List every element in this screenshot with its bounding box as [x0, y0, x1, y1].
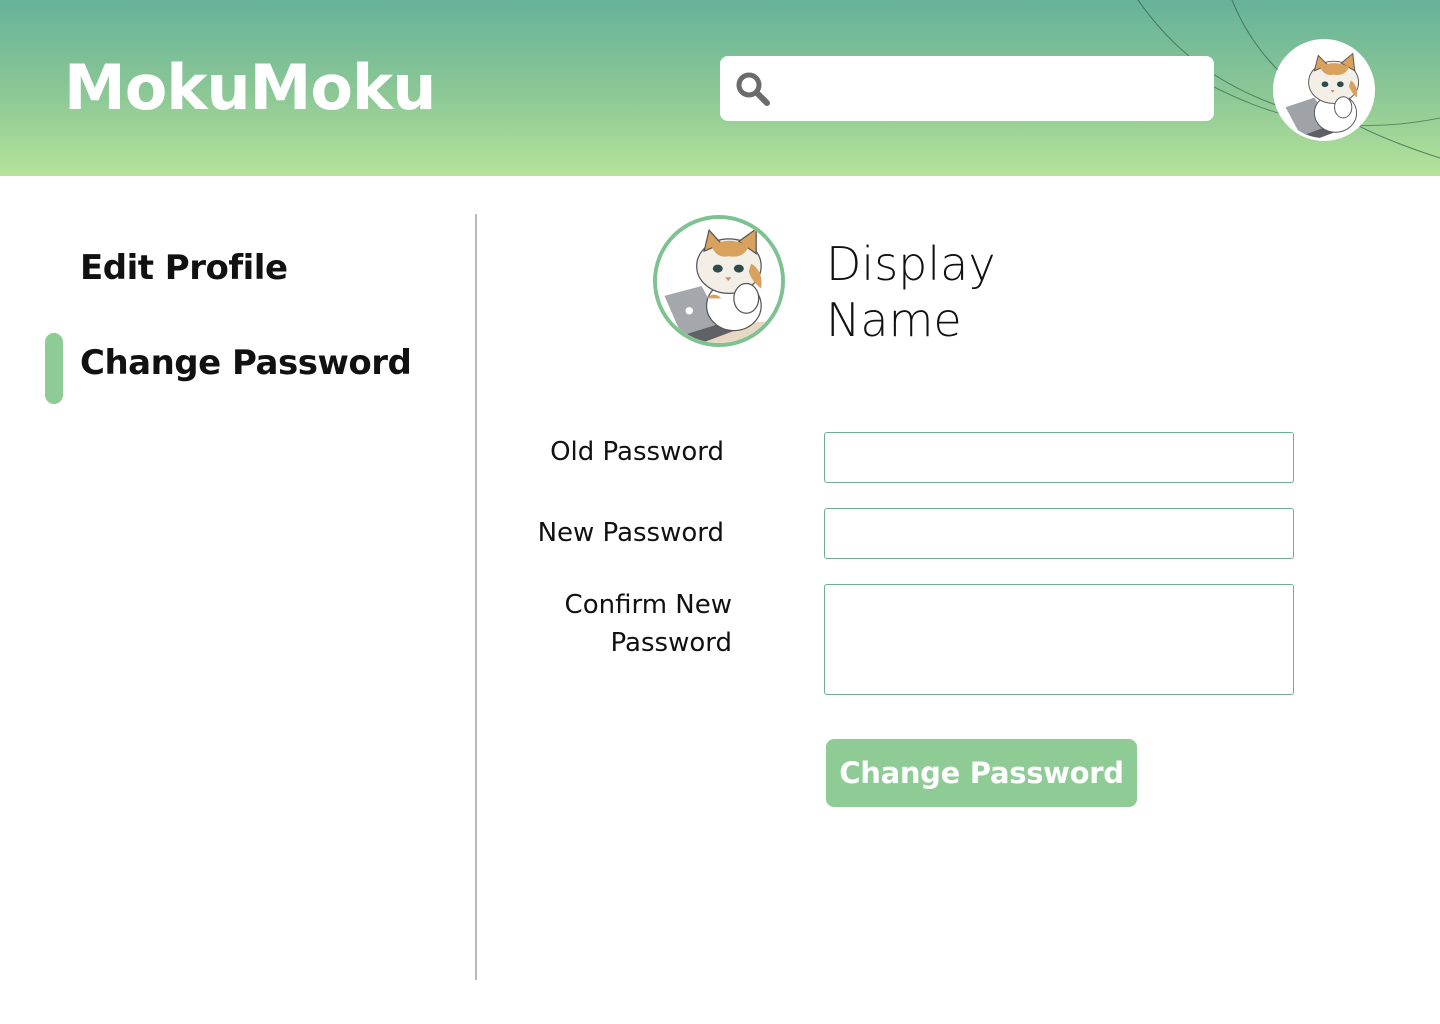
confirm-password-field[interactable]	[824, 584, 1294, 695]
app-header: MokuMoku	[0, 0, 1440, 176]
sidebar-item-edit-profile[interactable]: Edit Profile	[80, 248, 288, 288]
change-password-button[interactable]: Change Password	[826, 739, 1137, 807]
settings-sidebar: Edit Profile Change Password	[0, 176, 476, 1024]
vertical-divider	[475, 214, 477, 980]
active-indicator	[45, 333, 63, 404]
sidebar-item-change-password[interactable]: Change Password	[80, 343, 412, 383]
new-password-label: New Password	[537, 518, 724, 548]
display-name: Display Name	[826, 237, 996, 347]
app-logo-title[interactable]: MokuMoku	[64, 48, 436, 128]
search-bar[interactable]	[720, 56, 1214, 121]
search-icon[interactable]	[734, 70, 772, 108]
new-password-field[interactable]	[824, 508, 1294, 559]
search-input[interactable]	[784, 66, 1204, 111]
cat-avatar-icon	[1276, 42, 1372, 138]
confirm-password-label: Confirm New Password	[564, 590, 732, 658]
old-password-field[interactable]	[824, 432, 1294, 483]
cat-avatar-icon	[657, 219, 781, 343]
user-avatar[interactable]	[1273, 39, 1375, 141]
old-password-label: Old Password	[550, 437, 724, 467]
profile-avatar[interactable]	[653, 215, 785, 347]
